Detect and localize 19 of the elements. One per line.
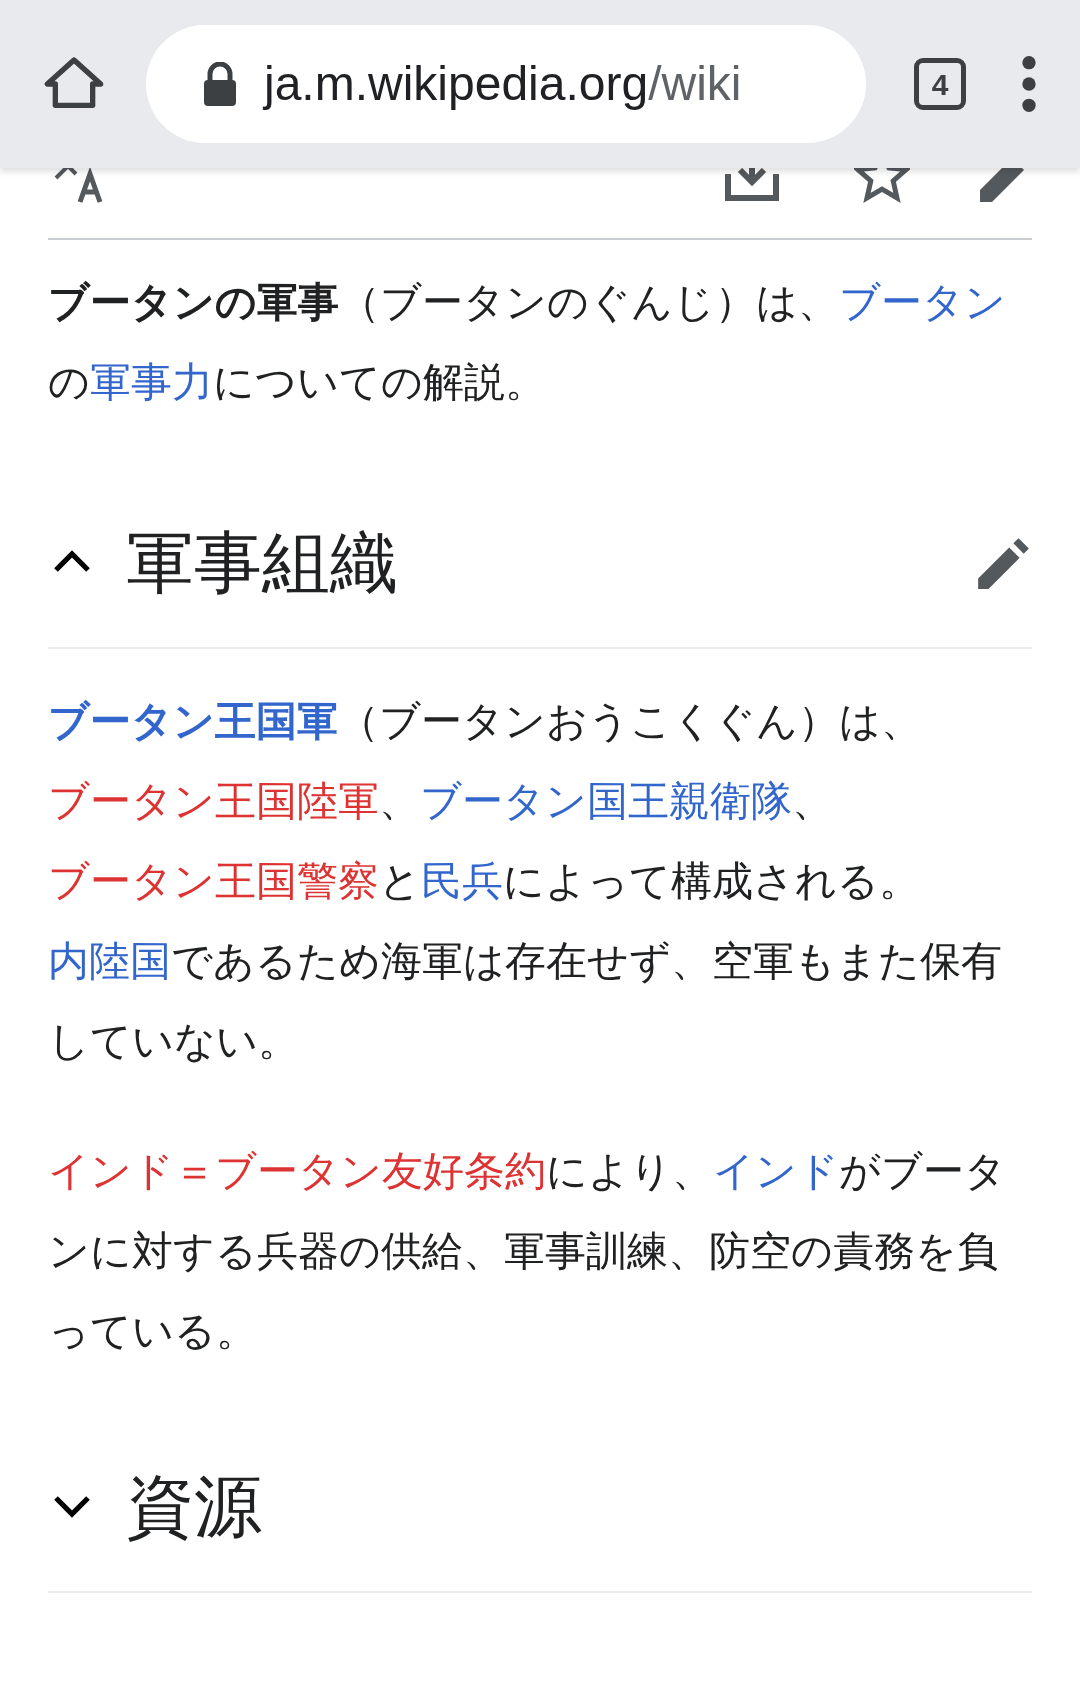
tab-count-button[interactable]: 4 <box>914 58 966 110</box>
link[interactable]: インド <box>713 1148 839 1194</box>
section-heading[interactable]: 資源 <box>126 1472 262 1540</box>
paragraph: ブータン王国軍（ブータンおうこくぐん）は、 ブータン王国陸軍、ブータン国王親衛隊、 ブータン王国警察 と 民兵によって構成される。 内陸国であるため海軍は存在せず、空軍もまた保有していない。 <box>48 697 1003 1066</box>
star-icon[interactable] <box>854 168 910 206</box>
link[interactable]: 内陸国 <box>48 938 171 984</box>
link[interactable]: ブータン国王親衛隊 <box>420 778 792 824</box>
link[interactable]: インド＝ブータン友好条約 <box>48 1148 546 1194</box>
paragraph: インド＝ブータン友好条約により、インドがブータンに対する兵器の供給、軍事訓練、防空の責務を負っている。 <box>48 1147 1007 1356</box>
url-text: ja.m.wikipedia.org/wiki <box>264 56 742 112</box>
link[interactable]: ブータン王国軍 <box>48 698 338 744</box>
link[interactable]: 軍事力 <box>90 359 213 405</box>
section-heading[interactable]: 軍事組織 <box>126 528 398 596</box>
url-field[interactable]: ja.m.wikipedia.org/wiki <box>146 25 866 143</box>
link[interactable]: ブータン王国警察 <box>48 858 379 904</box>
link[interactable]: ブータン王国陸軍 <box>48 778 379 824</box>
link[interactable]: 民兵 <box>421 858 503 904</box>
paragraph: ブータンの軍事（ブータンのぐんじ）は、ブータン の軍事力 についての解説。 <box>48 278 1007 407</box>
link[interactable]: ブータン <box>839 279 1006 325</box>
